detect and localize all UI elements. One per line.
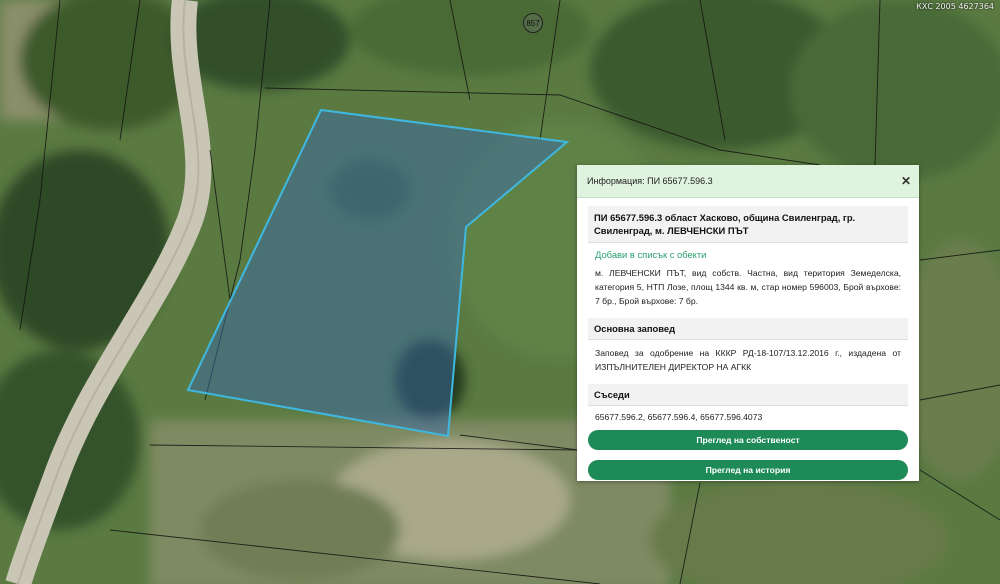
close-icon[interactable]: ✕ — [901, 175, 911, 187]
parcel-title: ПИ 65677.596.3 област Хасково, община Св… — [588, 206, 908, 243]
map-marker[interactable]: 857 — [523, 13, 543, 33]
marker-label: 857 — [526, 18, 540, 28]
info-panel-title: Информация: ПИ 65677.596.3 — [587, 176, 713, 186]
neighbors-text: 65677.596.2, 65677.596.4, 65677.596.4073 — [595, 412, 763, 422]
coordinates-label: КХС 2005 4627364 — [916, 2, 994, 11]
parcel-description: м. ЛЕВЧЕНСКИ ПЪТ, вид собств. Частна, ви… — [595, 268, 901, 306]
info-panel: Информация: ПИ 65677.596.3 ✕ ПИ 65677.59… — [577, 165, 919, 481]
order-heading: Основна заповед — [588, 318, 908, 340]
neighbors-heading: Съседи — [588, 384, 908, 406]
view-history-button[interactable]: Преглед на история — [588, 460, 908, 480]
view-ownership-button[interactable]: Преглед на собственост — [588, 430, 908, 450]
add-to-list-link[interactable]: Добави в списък с обекти — [588, 243, 908, 264]
info-panel-header: Информация: ПИ 65677.596.3 ✕ — [577, 165, 919, 198]
order-text: Заповед за одобрение на КККР РД-18-107/1… — [595, 348, 901, 372]
